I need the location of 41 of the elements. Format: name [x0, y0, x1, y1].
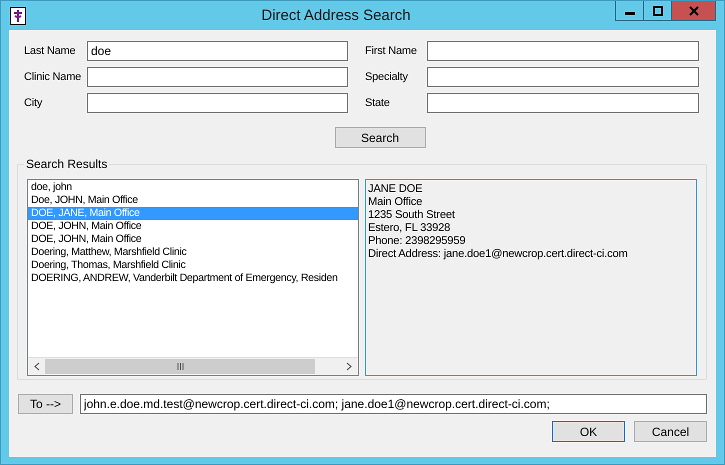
list-item[interactable]: Doe, JOHN, Main Office	[28, 194, 358, 207]
detail-text: Phone: 2398295959	[368, 235, 466, 248]
list-item[interactable]: DOERING, ANDREW, Vanderbilt Department of Emergency, Residen	[28, 272, 358, 285]
to-button[interactable]: To -->	[18, 394, 73, 414]
detail-text: 1235 South Street	[368, 209, 456, 222]
detail-text: Direct Address: jane.doe1@newcrop.cert.direct-ci.com	[368, 248, 629, 261]
minimize-button[interactable]	[615, 1, 644, 21]
grip-icon	[176, 363, 184, 370]
list-item[interactable]: DOE, JOHN, Main Office	[28, 220, 358, 233]
input-field[interactable]	[427, 67, 699, 87]
input-field[interactable]	[87, 67, 348, 87]
detail-text: Estero, FL 33928	[368, 222, 452, 235]
list-item[interactable]: doe, john	[28, 181, 358, 194]
app-icon	[10, 6, 26, 24]
minimize-icon	[624, 12, 634, 15]
group-title: Search Results	[24, 157, 110, 171]
input-field[interactable]	[87, 93, 348, 113]
cancel-button[interactable]: Cancel	[634, 421, 707, 442]
list-item[interactable]: Doering, Matthew, Marshfield Clinic	[28, 246, 358, 259]
close-icon	[688, 6, 698, 16]
field-label: First Name	[364, 45, 418, 57]
field-label: City	[23, 97, 44, 109]
field-label: Specialty	[364, 71, 409, 83]
input-field[interactable]: doe	[87, 41, 348, 61]
input-field[interactable]	[427, 93, 699, 113]
detail-text: JANE DOE	[368, 183, 424, 196]
scroll-thumb[interactable]	[45, 359, 315, 374]
field-label: Last Name	[23, 45, 76, 57]
list-item[interactable]: Doering, Thomas, Marshfield Clinic	[28, 259, 358, 272]
list-item[interactable]: DOE, JOHN, Main Office	[28, 233, 358, 246]
maximize-icon	[652, 6, 662, 16]
field-label: State	[364, 97, 391, 109]
field-label: Clinic Name	[23, 71, 82, 83]
detail-text: Main Office	[368, 196, 424, 209]
search-button[interactable]: Search	[334, 127, 426, 148]
ok-button[interactable]: OK	[552, 421, 625, 442]
recipients-field[interactable]: john.e.doe.md.test@newcrop.cert.direct-ci.com; jane.doe1@newcrop.cert.direct-ci.com;	[80, 394, 707, 414]
horizontal-scrollbar[interactable]	[28, 357, 358, 375]
window-title: Direct Address Search	[260, 7, 412, 24]
input-field[interactable]	[427, 41, 699, 61]
close-button[interactable]	[671, 1, 716, 21]
